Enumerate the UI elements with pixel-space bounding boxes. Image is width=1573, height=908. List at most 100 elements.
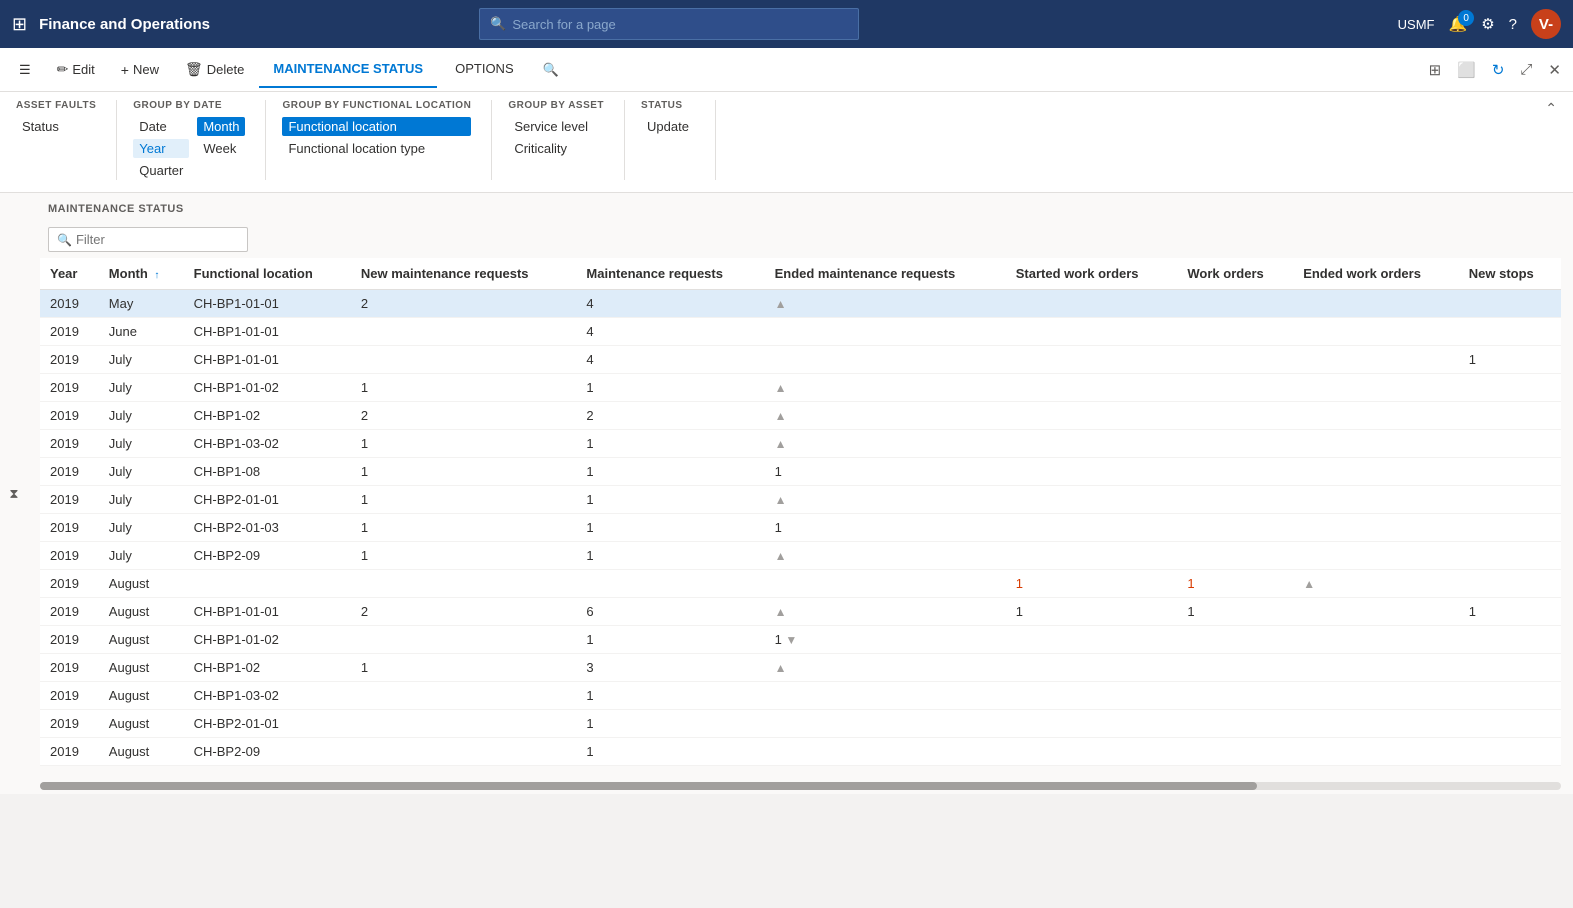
- table-cell-ended-wo: [1293, 374, 1459, 402]
- col-mr[interactable]: Maintenance requests: [576, 258, 764, 290]
- scrollbar-thumb[interactable]: [40, 782, 1257, 790]
- ribbon-item-functional-location[interactable]: Functional location: [282, 117, 471, 136]
- table-cell: August: [99, 738, 184, 766]
- col-year[interactable]: Year: [40, 258, 99, 290]
- new-button[interactable]: + New: [110, 55, 170, 85]
- table-row[interactable]: 2019AugustCH-BP1-03-021: [40, 682, 1561, 710]
- col-wo[interactable]: Work orders: [1177, 258, 1293, 290]
- table-row[interactable]: 2019JulyCH-BP1-01-0141: [40, 346, 1561, 374]
- tab-maintenance-status[interactable]: MAINTENANCE STATUS: [259, 51, 437, 88]
- table-row[interactable]: 2019JuneCH-BP1-01-014: [40, 318, 1561, 346]
- table-row[interactable]: 2019JulyCH-BP1-08111: [40, 458, 1561, 486]
- table-cell: 2019: [40, 598, 99, 626]
- search-bar[interactable]: 🔍: [479, 8, 859, 40]
- table-cell: 1: [351, 374, 577, 402]
- table-cell-ended-wo: [1293, 598, 1459, 626]
- ribbon-item-service-level[interactable]: Service level: [508, 117, 604, 136]
- table-cell-ended-wo: [1293, 626, 1459, 654]
- grid-icon[interactable]: ⊞: [1425, 57, 1446, 83]
- table-cell: 1: [576, 430, 764, 458]
- table-cell: 2: [351, 290, 577, 318]
- close-icon[interactable]: ✕: [1544, 57, 1565, 83]
- ribbon-group-asset-items: Service level Criticality: [508, 117, 604, 158]
- arrow-up-icon: ▲: [775, 437, 787, 451]
- table-row[interactable]: 2019AugustCH-BP2-091: [40, 738, 1561, 766]
- settings-icon[interactable]: ⚙: [1481, 15, 1494, 33]
- scrollbar-container[interactable]: [28, 778, 1573, 794]
- delete-button[interactable]: 🗑 Delete: [174, 54, 255, 85]
- ribbon-group-functional-location: GROUP BY FUNCTIONAL LOCATION Functional …: [282, 100, 492, 180]
- table-cell: August: [99, 598, 184, 626]
- edit-icon: ✏: [57, 61, 69, 78]
- arrow-up-icon: ▲: [775, 605, 787, 619]
- col-new-stops[interactable]: New stops: [1459, 258, 1561, 290]
- table-row[interactable]: 2019JulyCH-BP2-0911▲: [40, 542, 1561, 570]
- col-month[interactable]: Month ↑: [99, 258, 184, 290]
- table-cell: July: [99, 430, 184, 458]
- table-cell: July: [99, 374, 184, 402]
- table-cell: 2019: [40, 738, 99, 766]
- table-cell: CH-BP1-01-01: [184, 318, 351, 346]
- hamburger-button[interactable]: ☰: [8, 55, 42, 85]
- ribbon-item-week[interactable]: Week: [197, 139, 245, 158]
- table-cell-ended-wo: ▲: [1293, 570, 1459, 598]
- expand-icon[interactable]: ⤢: [1516, 57, 1536, 82]
- ribbon-item-functional-location-type[interactable]: Functional location type: [282, 139, 471, 158]
- ribbon-item-update[interactable]: Update: [641, 117, 695, 136]
- table-cell-wo: [1177, 542, 1293, 570]
- edit-button[interactable]: ✏ Edit: [46, 54, 106, 85]
- table-cell: 4: [576, 318, 764, 346]
- scrollbar[interactable]: [40, 782, 1561, 790]
- ribbon-item-year[interactable]: Year: [133, 139, 189, 158]
- table-row[interactable]: 2019JulyCH-BP1-03-0211▲: [40, 430, 1561, 458]
- search-cmd-button[interactable]: 🔍: [532, 55, 570, 85]
- col-new-mr[interactable]: New maintenance requests: [351, 258, 577, 290]
- ribbon-item-month[interactable]: Month: [197, 117, 245, 136]
- table-cell-ended-mr: [765, 710, 1006, 738]
- col-ended-wo[interactable]: Ended work orders: [1293, 258, 1459, 290]
- ribbon-collapse-button[interactable]: ⌃: [1545, 100, 1557, 117]
- refresh-icon[interactable]: ↻: [1488, 57, 1509, 83]
- ribbon-item-status[interactable]: Status: [16, 117, 96, 136]
- filter-input[interactable]: [76, 232, 246, 247]
- table-row[interactable]: 2019AugustCH-BP2-01-011: [40, 710, 1561, 738]
- window-icon[interactable]: ⬜: [1453, 57, 1480, 83]
- help-icon[interactable]: ?: [1509, 16, 1517, 33]
- ribbon-group-asset-faults-items: Status: [16, 117, 96, 136]
- table-row[interactable]: 2019JulyCH-BP1-0222▲: [40, 402, 1561, 430]
- col-started-wo[interactable]: Started work orders: [1006, 258, 1178, 290]
- notification-icon[interactable]: 🔔 0: [1449, 15, 1468, 33]
- table-cell: 1: [576, 458, 764, 486]
- ribbon-item-criticality[interactable]: Criticality: [508, 139, 604, 158]
- search-input[interactable]: [512, 17, 832, 32]
- table-row[interactable]: 2019JulyCH-BP1-01-0211▲: [40, 374, 1561, 402]
- table-row[interactable]: 2019JulyCH-BP2-01-03111: [40, 514, 1561, 542]
- user-avatar[interactable]: V-: [1531, 9, 1561, 39]
- table-row[interactable]: 2019AugustCH-BP1-01-0211 ▼: [40, 626, 1561, 654]
- filter-panel-toggle[interactable]: ⧗: [0, 474, 28, 514]
- table-cell-ended-wo: [1293, 654, 1459, 682]
- col-ended-mr[interactable]: Ended maintenance requests: [765, 258, 1006, 290]
- table-row[interactable]: 2019JulyCH-BP2-01-0111▲: [40, 486, 1561, 514]
- table-row[interactable]: 2019MayCH-BP1-01-0124▲: [40, 290, 1561, 318]
- table-row[interactable]: 2019AugustCH-BP1-0213▲: [40, 654, 1561, 682]
- table-cell-started-wo: [1006, 514, 1178, 542]
- table-cell: [1459, 738, 1561, 766]
- col-functional-location[interactable]: Functional location: [184, 258, 351, 290]
- table-cell: 2019: [40, 402, 99, 430]
- table-row[interactable]: 2019AugustCH-BP1-01-0126▲111: [40, 598, 1561, 626]
- ribbon-item-date[interactable]: Date: [133, 117, 189, 136]
- table-row[interactable]: 2019August11▲: [40, 570, 1561, 598]
- table-cell-ended-mr: 1: [765, 458, 1006, 486]
- table-cell: 2019: [40, 570, 99, 598]
- table-cell: 2019: [40, 710, 99, 738]
- ribbon-item-quarter[interactable]: Quarter: [133, 161, 189, 180]
- filter-input-container[interactable]: 🔍: [48, 227, 248, 252]
- table-cell: [1459, 514, 1561, 542]
- table-cell-ended-wo: [1293, 542, 1459, 570]
- waffle-icon[interactable]: ⊞: [12, 14, 27, 35]
- table-cell: 4: [576, 346, 764, 374]
- tab-options[interactable]: OPTIONS: [441, 51, 528, 88]
- arrow-up-icon: ▲: [1303, 577, 1315, 591]
- table-cell: 1: [351, 542, 577, 570]
